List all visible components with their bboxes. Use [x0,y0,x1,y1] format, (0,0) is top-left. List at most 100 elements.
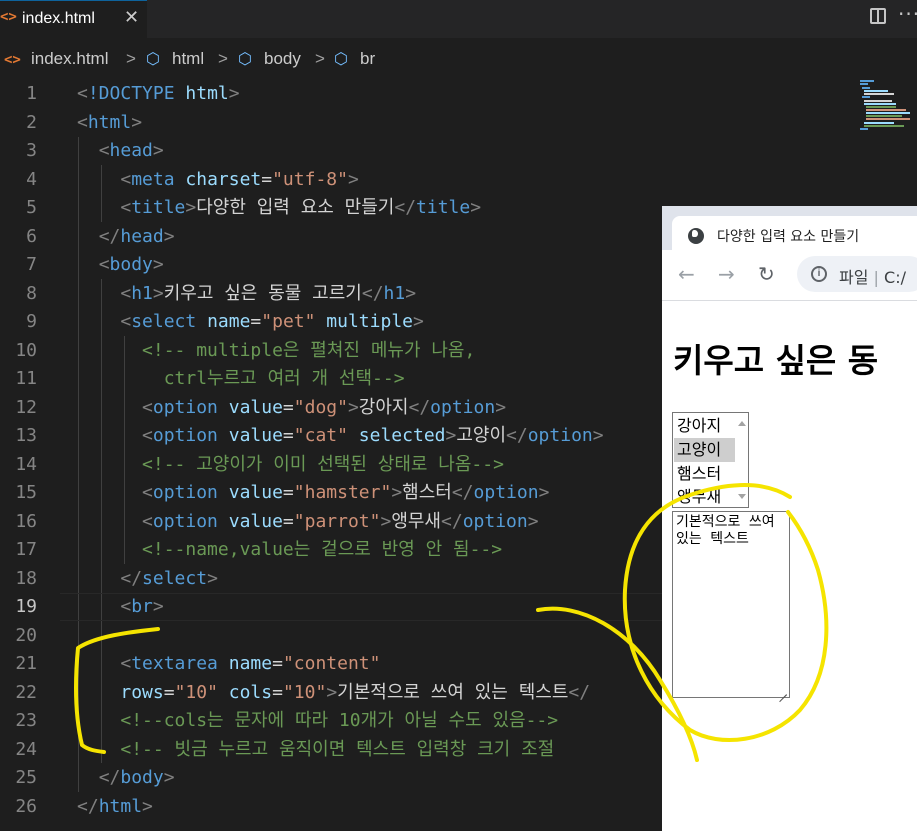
html-file-icon: <> [0,9,17,25]
code-token: multiple [326,311,413,332]
code-line[interactable]: 25 </body> [0,764,662,793]
code-line[interactable]: 26 </html> [0,793,662,822]
code-line[interactable]: 3 <head> [0,137,662,166]
pet-select-listbox[interactable]: 강아지 고양이 햄스터 앵무새 [672,412,749,508]
code-token: < [142,396,153,418]
select-option[interactable]: 강아지 [674,414,739,438]
code-token: = [282,396,294,418]
code-text: </html> [77,793,153,821]
code-token: 햄스터 [402,482,452,503]
chevron-right-icon: > [126,49,136,68]
line-number: 2 [26,111,37,133]
code-line[interactable]: 4 <meta charset="utf-8"> [0,166,662,195]
breadcrumb-item-br[interactable]: br [360,49,375,69]
code-line[interactable]: 18 </select> [0,565,662,594]
code-text: <!--cols는 문자에 따라 10개가 아닐 수도 있음--> [77,707,558,735]
code-line[interactable]: 2 <html> [0,109,662,138]
select-option[interactable]: 햄스터 [674,462,739,486]
code-token: </ [408,396,431,418]
code-line[interactable]: 19 <br> [0,593,662,622]
code-token: option [430,396,496,418]
code-line[interactable]: 14 <!-- 고양이가 이미 선택된 상태로 나옴--> [0,451,662,480]
close-icon[interactable]: ✕ [124,7,139,28]
browser-tab-title: 다양한 입력 요소 만들기 [717,229,860,245]
address-bar[interactable]: i 파일 | C:/ [797,256,917,292]
tab-index-html[interactable]: <> index.html ✕ [0,0,147,38]
code-line[interactable]: 23 <!--cols는 문자에 따라 10개가 아닐 수도 있음--> [0,707,662,736]
code-line[interactable]: 10 <!-- multiple은 펼쳐진 메뉴가 나옴, [0,337,662,366]
code-line[interactable]: 9 <select name="pet" multiple> [0,308,662,337]
code-token: charset [185,168,262,190]
breadcrumb-item-body[interactable]: body [264,49,301,69]
code-line[interactable]: 7 <body> [0,251,662,280]
code-text: <!-- 빗금 누르고 움직이면 텍스트 입력창 크기 조절 [77,736,554,764]
code-token: = [272,681,283,703]
code-line[interactable]: 8 <h1>키우고 싶은 동물 고르기</h1> [0,280,662,309]
code-token: > [347,168,359,190]
code-line[interactable]: 11 ctrl누르고 여러 개 선택--> [0,365,662,394]
code-token: < [120,197,132,218]
code-line[interactable]: 15 <option value="hamster">햄스터</option> [0,479,662,508]
line-number: 11 [15,368,37,389]
line-number: 8 [26,282,37,304]
code-token: <!-- 고양이가 이미 선택된 상태로 나옴--> [142,453,504,475]
browser-tab[interactable]: 다양한 입력 요소 만들기 [672,216,917,250]
code-token: "cat" [293,425,359,446]
scroll-up-icon[interactable] [738,421,746,426]
reload-icon[interactable]: ↻ [758,262,775,286]
code-token: > [326,681,338,703]
code-line[interactable]: 12 <option value="dog">강아지</option> [0,394,662,423]
line-number: 22 [15,681,37,703]
breadcrumb-file[interactable]: index.html [31,49,108,69]
code-token: < [77,83,88,104]
forward-arrow-icon[interactable]: → [718,262,735,286]
code-line[interactable]: 13 <option value="cat" selected>고양이</opt… [0,422,662,451]
code-token: > [152,254,164,275]
code-line[interactable]: 5 <title>다양한 입력 요소 만들기</title> [0,194,662,223]
code-token: < [120,653,132,674]
code-token: < [142,425,153,446]
code-text: <html> [77,109,142,137]
code-line[interactable]: 6 </head> [0,223,662,252]
code-text: </body> [77,764,175,792]
select-option-selected[interactable]: 고양이 [674,438,739,462]
code-text: <option value="dog">강아지</option> [77,394,506,422]
content-textarea[interactable]: 기본적으로 쓰여 있는 텍스트 [672,511,790,698]
code-line[interactable]: 16 <option value="parrot">앵무새</option> [0,508,662,537]
code-token: head [120,225,164,247]
code-token: value [228,425,283,446]
minimap[interactable] [858,78,913,130]
info-icon[interactable]: i [811,266,827,282]
breadcrumb-item-html[interactable]: html [172,49,204,69]
code-line[interactable]: 21 <textarea name="content" [0,650,662,679]
code-token: title [416,197,471,218]
code-line[interactable]: 1 <!DOCTYPE html> [0,80,662,109]
code-line[interactable]: 22 rows="10" cols="10">기본적으로 쓰여 있는 텍스트</ [0,679,662,708]
line-number: 15 [15,482,37,503]
back-arrow-icon[interactable]: ← [678,262,695,286]
more-actions-icon[interactable]: ··· [898,2,917,26]
code-token: > [347,396,359,418]
code-token: </ [441,510,463,532]
address-separator: | [873,268,879,287]
scroll-down-icon[interactable] [738,494,746,499]
code-editor[interactable]: 1 <!DOCTYPE html> 2 <html> 3 <head> 4 <meta c… [0,80,662,831]
code-token: "pet" [261,311,327,332]
code-token: = [261,168,273,190]
select-option[interactable]: 앵무새 [674,485,739,507]
split-editor-icon[interactable] [870,8,886,24]
code-line[interactable]: 17 <!--name,value는 겉으로 반영 안 됨--> [0,536,662,565]
code-text: <select name="pet" multiple> [77,308,424,336]
code-line[interactable]: 20 [0,622,662,651]
listbox-scrollbar[interactable] [735,413,748,507]
code-line[interactable]: 24 <!-- 빗금 누르고 움직이면 텍스트 입력창 크기 조절 [0,736,662,765]
code-token: option [152,425,229,446]
code-token: > [413,311,424,332]
resize-handle-icon[interactable] [779,687,787,695]
code-token: 강아지 [358,396,409,418]
line-number: 1 [26,83,37,104]
code-token: option [152,396,229,418]
